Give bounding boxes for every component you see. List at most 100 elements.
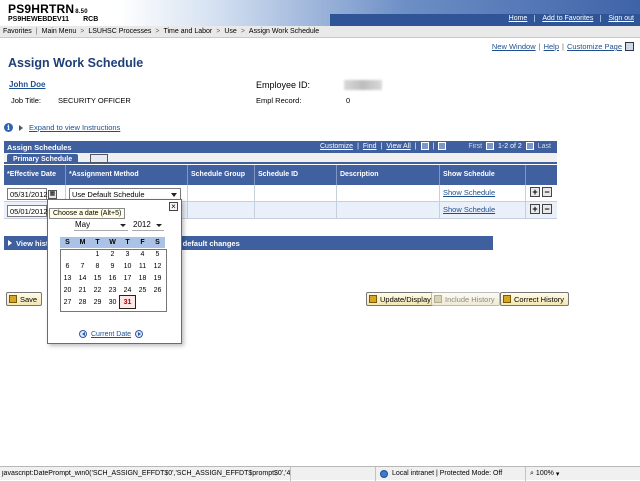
calendar-day[interactable]: 22 [90,284,105,296]
employee-name[interactable]: John Doe [9,80,45,89]
assignment-method-value: Use Default Schedule [72,190,145,199]
crumb-separator: > [80,28,85,35]
calendar-day[interactable]: 15 [90,272,105,284]
crumb-lsuhsc-processes[interactable]: LSUHSC Processes [88,28,151,35]
save-button[interactable]: Save [6,292,43,306]
grid-range: 1-2 of 2 [498,142,522,150]
calendar-day[interactable]: 8 [90,260,105,272]
crumb-main-menu[interactable]: Main Menu [42,28,77,35]
tab-primary-schedule[interactable]: Primary Schedule [7,154,79,164]
schedule-id-cell [255,202,337,218]
calendar-day[interactable]: 14 [75,272,90,284]
calendar-day[interactable]: 28 [75,296,90,308]
grid-customize-link[interactable]: Customize [320,143,353,150]
crumb-separator: > [240,28,245,35]
grid-find-link[interactable]: Find [363,143,377,150]
calendar-day[interactable]: 9 [105,260,120,272]
new-window-link[interactable]: New Window [492,42,536,51]
calendar-day[interactable]: 23 [105,284,120,296]
grid-view-all-link[interactable]: View All [386,143,410,150]
employee-name-link[interactable]: John Doe [9,80,45,89]
show-schedule-link[interactable]: Show Schedule [443,205,495,214]
calendar-icon[interactable]: ▦ [48,189,57,199]
calendar-day[interactable]: 3 [120,248,135,260]
previous-month-icon[interactable] [79,330,87,338]
effective-date-input[interactable]: 05/31/2012 [7,188,48,200]
grid-tools: Customize | Find | View All | | First 1-2 o… [320,142,551,150]
calendar-day[interactable]: 18 [135,272,150,284]
window-icon[interactable] [625,42,634,51]
calendar-day[interactable]: 24 [120,284,135,296]
close-icon[interactable]: × [169,202,178,211]
calendar-day[interactable]: 12 [150,260,165,272]
calendar-day[interactable]: 20 [60,284,75,296]
month-value: May [75,220,91,229]
zoom-control[interactable]: ⌕ 100% ▾ [525,466,563,481]
calendar-empty-cell [135,296,150,308]
calendar-empty-cell [60,248,75,260]
expand-arrow-icon [8,240,12,246]
calendar-day[interactable]: 2 [105,248,120,260]
crumb-time-and-labor[interactable]: Time and Labor [163,28,212,35]
calendar-day[interactable]: 11 [135,260,150,272]
calendar-day[interactable]: 21 [75,284,90,296]
expand-instructions[interactable]: i Expand to view Instructions [4,123,120,132]
db-label: PS9HEWEBDEV11 RCB [8,16,98,23]
add-to-favorites-link[interactable]: Add to Favorites [535,15,602,22]
col-schedule-id: Schedule ID [255,165,337,185]
browser-status-bar: javascript:DatePrompt_win0('SCH_ASSIGN_E… [0,466,640,481]
calendar-day[interactable]: 19 [150,272,165,284]
calendar-day[interactable]: 10 [120,260,135,272]
calendar-day[interactable]: 31 [119,295,136,309]
tool-separator: | [414,142,417,150]
sign-out-link[interactable]: Sign out [601,15,634,22]
current-date-link[interactable]: Current Date [91,331,131,338]
calendar-footer: Current Date [79,330,144,338]
include-history-button[interactable]: Include History [431,292,500,306]
calendar-day[interactable]: 7 [75,260,90,272]
save-icon [9,295,17,303]
add-row-button[interactable]: + [530,187,540,197]
calendar-week: 20 21 22 23 24 25 26 [60,284,165,296]
month-select[interactable]: May [74,220,128,231]
day-of-week-label: S [60,237,75,248]
calendar-day[interactable]: 1 [90,248,105,260]
delete-row-button[interactable]: − [542,187,552,197]
calendar-day[interactable]: 16 [105,272,120,284]
calendar-week: 27 28 29 30 31 [60,295,165,309]
download-icon[interactable] [420,142,429,150]
day-of-week-label: W [105,237,120,248]
crumb-favorites[interactable]: Favorites [3,28,32,35]
calendar-day[interactable]: 25 [135,284,150,296]
home-link[interactable]: Home [502,15,536,22]
delete-row-button[interactable]: − [542,204,552,214]
date-picker-tooltip: Choose a date (Alt+5) [49,208,126,219]
customize-page-link[interactable]: Customize Page [567,42,622,51]
update-display-button[interactable]: Update/Display [366,292,436,306]
calendar-day[interactable]: 4 [135,248,150,260]
correct-history-button[interactable]: Correct History [500,292,570,306]
next-month-icon[interactable] [135,330,144,338]
col-actions [526,165,557,185]
app-version: 8.50 [75,9,88,15]
help-link[interactable]: Help [544,42,559,51]
show-all-columns-icon[interactable] [90,154,108,163]
calendar-week: 6 7 8 9 10 11 12 [60,260,165,272]
show-schedule-link[interactable]: Show Schedule [443,188,495,197]
status-segment [290,466,375,481]
calendar-day[interactable]: 6 [60,260,75,272]
grid-view-icon[interactable] [438,142,447,150]
crumb-use[interactable]: Use [224,28,236,35]
effective-date-input[interactable]: 05/01/2012 [7,205,48,217]
calendar-day[interactable]: 17 [120,272,135,284]
calendar-day[interactable]: 13 [60,272,75,284]
calendar-day[interactable]: 30 [105,296,120,308]
add-row-button[interactable]: + [530,204,540,214]
year-select[interactable]: 2012 [132,220,164,231]
expand-arrow-icon[interactable] [19,124,23,131]
calendar-day[interactable]: 5 [150,248,165,260]
calendar-day[interactable]: 29 [90,296,105,308]
calendar-day[interactable]: 27 [60,296,75,308]
expand-instructions-link[interactable]: Expand to view Instructions [29,123,120,132]
calendar-day[interactable]: 26 [150,284,165,296]
